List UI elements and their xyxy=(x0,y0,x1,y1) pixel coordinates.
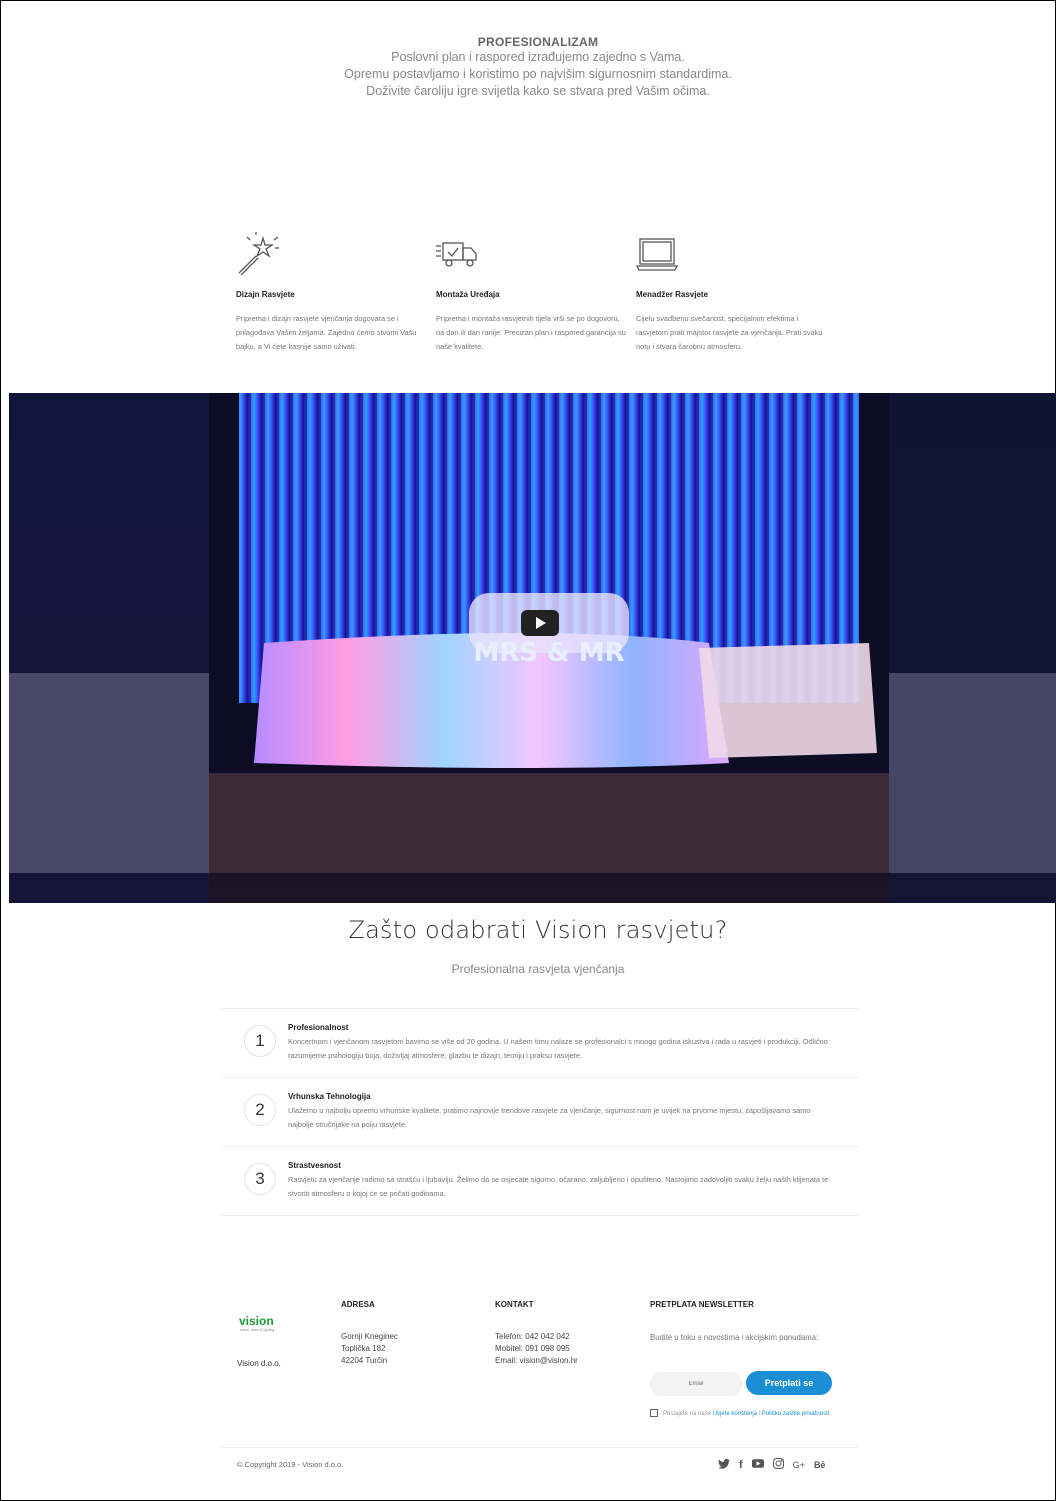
newsletter-text: Budite u toku s novostima i akcijskim po… xyxy=(650,1333,819,1342)
terms-agreement: Pristajete na naše Uvjete korištenja i P… xyxy=(650,1408,850,1421)
svg-text:vision: vision xyxy=(239,1314,274,1328)
table-sign-text: MRS & MR xyxy=(473,638,624,668)
reasons-list: 1 Profesionalnost Koncertnom i vjenčanom… xyxy=(221,1008,858,1216)
address-line: Toplička 182 xyxy=(341,1344,386,1353)
reason-text: Ulažemo u najbolju opremu vrhunske kvali… xyxy=(288,1106,811,1129)
contact-phone: Telefon: 042 042 042 xyxy=(495,1332,570,1341)
reason-title: Strastvesnost xyxy=(288,1161,341,1170)
contact-mobile: Mobitel: 091 098 095 xyxy=(495,1344,570,1353)
why-subtitle: Profesionalna rasvjeta vjenčanja xyxy=(451,962,625,976)
feature-lighting-manager: Menadžer Rasvjete Cijelu svadbenu svečan… xyxy=(635,232,836,354)
intro-line-2: Opremu postavljamo i koristimo po najviš… xyxy=(344,67,732,81)
newsletter-column: PRETPLATA NEWSLETTER Budite u toku s nov… xyxy=(650,1300,850,1450)
behance-icon[interactable]: Bē xyxy=(814,1459,826,1471)
reason-item: 3 Strastvesnost Rasvjetu za vjenčanje ra… xyxy=(221,1146,858,1216)
address-title: ADRESA xyxy=(341,1300,375,1309)
newsletter-title: PRETPLATA NEWSLETTER xyxy=(650,1300,754,1309)
footer-divider xyxy=(221,1447,858,1448)
play-button[interactable] xyxy=(521,610,559,636)
vision-logo[interactable]: vision event, video & lighting xyxy=(237,1314,289,1337)
newsletter-email-input[interactable] xyxy=(650,1372,742,1396)
terms-checkbox[interactable] xyxy=(650,1409,658,1418)
reason-item: 1 Profesionalnost Koncertnom i vjenčanom… xyxy=(221,1008,858,1077)
google-plus-icon[interactable]: G+ xyxy=(793,1459,805,1471)
feature-installation: Montaža Uređaja Priprema i montaža rasvj… xyxy=(436,232,636,354)
why-title: Zašto odabrati Vision rasvjetu? xyxy=(348,916,728,944)
reason-number: 2 xyxy=(244,1094,276,1126)
address-line: Gornji Kneginec xyxy=(341,1332,398,1341)
agree-text: Pristajete na naše xyxy=(663,1411,713,1417)
contact-lines: Telefon: 042 042 042 Mobitel: 091 098 09… xyxy=(495,1331,578,1367)
reason-text: Koncertnom i vjenčanom rasvjetom bavimo … xyxy=(288,1037,828,1060)
reason-number: 1 xyxy=(244,1025,276,1057)
facebook-icon[interactable]: f xyxy=(739,1459,743,1471)
youtube-icon[interactable] xyxy=(751,1459,764,1471)
subscribe-button[interactable]: Pretplati se xyxy=(746,1371,832,1395)
company-name: Vision d.o.o. xyxy=(237,1359,281,1368)
reason-item: 2 Vrhunska Tehnologija Ulažemo u najbolj… xyxy=(221,1077,858,1146)
video-thumbnail: MRS & MR xyxy=(9,393,1056,903)
intro-line-1: Poslovni plan i raspored izrađujemo zaje… xyxy=(391,50,685,64)
address-line: 42204 Turčin xyxy=(341,1356,388,1365)
feature-title: Dizajn Rasvjete xyxy=(236,290,295,299)
contact-column: KONTAKT Telefon: 042 042 042 Mobitel: 09… xyxy=(495,1300,578,1367)
reason-number: 3 xyxy=(244,1163,276,1195)
privacy-link[interactable]: Politiku zaštite privatnosti xyxy=(762,1411,829,1417)
video-player[interactable]: MRS & MR xyxy=(9,393,1056,903)
svg-text:event, video & lighting: event, video & lighting xyxy=(240,1328,274,1332)
intro-text: Poslovni plan i raspored izrađujemo zaje… xyxy=(338,49,738,100)
social-links: f G+ Bē xyxy=(718,1458,825,1472)
feature-title: Menadžer Rasvjete xyxy=(636,290,709,299)
contact-email[interactable]: Email: vision@vision.hr xyxy=(495,1355,578,1367)
feature-text: Priprema i dizajn rasvjete vjenčanja dog… xyxy=(236,314,417,351)
feature-text: Cijelu svadbenu svečanost, specijalnim e… xyxy=(636,314,823,351)
feature-title: Montaža Uređaja xyxy=(436,290,500,299)
twitter-icon[interactable] xyxy=(718,1458,730,1472)
laptop-icon xyxy=(635,232,836,282)
instagram-icon[interactable] xyxy=(772,1458,784,1472)
agree-suffix: . xyxy=(829,1411,831,1417)
contact-title: KONTAKT xyxy=(495,1300,534,1309)
intro-line-3: Doživite čaroliju igre svijetla kako se … xyxy=(366,84,710,98)
address-column: ADRESA Gornji Kneginec Toplička 182 4220… xyxy=(341,1300,398,1367)
reason-title: Profesionalnost xyxy=(288,1023,349,1032)
terms-link[interactable]: Uvjete korištenja xyxy=(713,1411,757,1417)
delivery-truck-icon xyxy=(436,232,636,282)
reason-title: Vrhunska Tehnologija xyxy=(288,1092,371,1101)
magic-wand-icon xyxy=(236,232,436,282)
address-lines: Gornji Kneginec Toplička 182 42204 Turči… xyxy=(341,1331,398,1367)
reason-text: Rasvjetu za vjenčanje radimo sa strašću … xyxy=(288,1175,829,1198)
copyright-text: © Copyright 2019 - Vision d.o.o. xyxy=(237,1460,344,1469)
feature-text: Priprema i montaža rasvjetnih tijela vrš… xyxy=(436,314,626,351)
features-row: Dizajn Rasvjete Priprema i dizajn rasvje… xyxy=(236,232,836,354)
feature-lighting-design: Dizajn Rasvjete Priprema i dizajn rasvje… xyxy=(236,232,436,354)
intro-section: PROFESIONALIZAM Poslovni plan i raspored… xyxy=(0,35,1056,100)
intro-title: PROFESIONALIZAM xyxy=(477,35,599,49)
